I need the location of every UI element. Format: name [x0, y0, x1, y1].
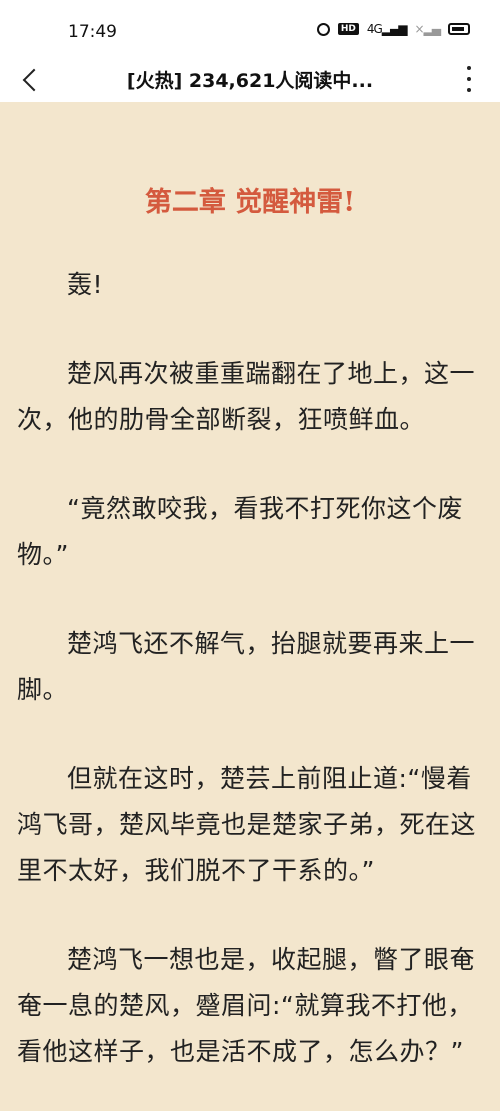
status-time: 17:49 [68, 22, 117, 42]
battery-icon [448, 23, 470, 35]
hd-icon: HD [337, 23, 359, 35]
alarm-icon [316, 22, 330, 36]
paragraph: “竟然敢咬我，看我不打死你这个废物。” [17, 494, 463, 569]
paragraph: 轰! [67, 270, 104, 299]
signal-icon: 4G▂▄▆ [366, 22, 408, 36]
status-icons: HD 4G▂▄▆ ×▂▄ [316, 22, 470, 36]
paragraph: 楚鸿飞还不解气，抬腿就要再来上一脚。 [17, 629, 476, 704]
paragraph: 楚鸿飞一想也是，收起腿，瞥了眼奄奄一息的楚风，蹙眉问:“就算我不打他，看他这样子… [17, 945, 476, 1066]
app-header: [火热] 234,621人阅读中... [0, 58, 500, 102]
status-bar: 17:49 HD 4G▂▄▆ ×▂▄ [0, 0, 500, 58]
paragraph: 但就在这时，楚芸上前阻止道:“慢着鸿飞哥，楚风毕竟也是楚家子弟，死在这里不太好，… [17, 764, 477, 885]
chapter-title: 第二章 觉醒神雷! [144, 187, 356, 218]
paragraph: 楚风再次被重重踹翻在了地上，这一次，他的肋骨全部断裂，狂喷鲜血。 [17, 359, 476, 434]
network-label: 4G [366, 22, 383, 36]
back-icon[interactable] [18, 64, 46, 94]
chapter-body: 轰! 楚风再次被重重踹翻在了地上，这一次，他的肋骨全部断裂，狂喷鲜血。 “竟然敢… [17, 262, 479, 1111]
page-title: [火热] 234,621人阅读中... [126, 70, 374, 92]
reader-content-area[interactable]: 第二章 觉醒神雷! 轰! 楚风再次被重重踹翻在了地上，这一次，他的肋骨全部断裂，… [0, 102, 500, 1111]
more-options-icon[interactable] [462, 66, 476, 92]
signal-off-icon: ×▂▄ [414, 22, 440, 36]
